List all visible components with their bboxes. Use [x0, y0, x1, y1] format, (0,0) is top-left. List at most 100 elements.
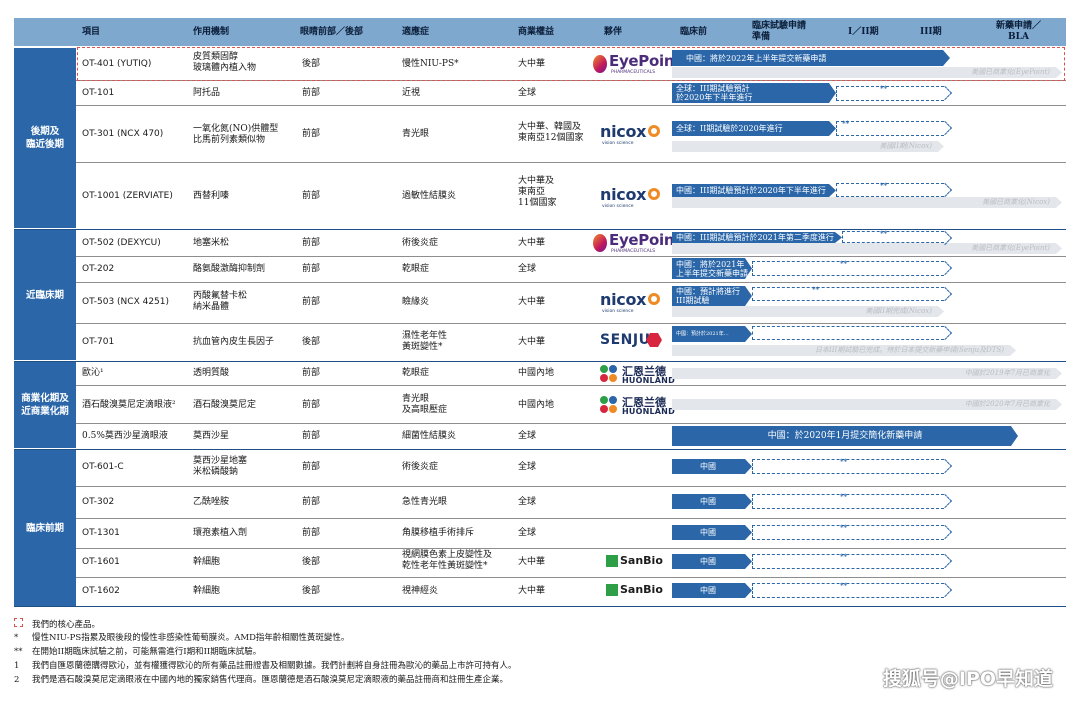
row-rights: 全球 — [518, 264, 537, 274]
progress-bar: 中國：將於2021年 上半年提交新藥申請 — [672, 258, 752, 279]
future-phase-bar — [752, 261, 944, 276]
row-indication: 慢性NIU-PS* — [402, 59, 459, 69]
overseas-status-bar: 美國已商業化(Nicox) — [672, 197, 1062, 208]
row-segment: 前部 — [302, 462, 321, 472]
progress-bar: 中國 — [672, 494, 752, 509]
row-indication: 視神經炎 — [402, 586, 439, 596]
eyepoint-mark-icon — [593, 55, 607, 73]
footnote-mark: ** — [840, 259, 848, 268]
row-rights: 大中華 — [518, 586, 546, 596]
row-code: OT-1601 — [82, 557, 120, 567]
row-mechanism: 丙酸氟替卡松 納米晶體 — [193, 291, 248, 312]
row-indication: 瞼緣炎 — [402, 297, 430, 307]
senju-logo: SENJU — [600, 330, 668, 354]
stage-divider — [14, 449, 1066, 450]
row-mechanism: 抗血管內皮生長因子 — [193, 337, 275, 347]
row-rights: 大中華 — [518, 557, 546, 567]
footnote-mark: ** — [840, 581, 848, 590]
overseas-status-bar: 美國II期(Nicox) — [672, 141, 944, 152]
future-phase-bar — [752, 459, 944, 474]
nicox-ring-icon — [648, 125, 660, 137]
overseas-status-bar: 美國已商業化(EyePoint) — [672, 243, 1062, 254]
row-mechanism: 地塞米松 — [193, 238, 230, 248]
progress-bar: 中國：於2020年1月提交簡化新藥申請 — [672, 426, 1018, 446]
row-segment: 後部 — [302, 557, 321, 567]
header-phase3: III期 — [920, 27, 942, 37]
overseas-status-bar: 美國II期完成(Nicox) — [672, 306, 944, 317]
core-marker-icon — [14, 618, 23, 627]
progress-bar: 中國：III期試驗預計於2021年第二季度進行 — [672, 232, 842, 243]
footnote-mark: ** — [880, 229, 888, 238]
row-segment: 後部 — [302, 337, 321, 347]
progress-bar: 中國：將於2022年上半年提交新藥申請 — [672, 50, 950, 66]
eyepoint-name: EyePoint — [609, 231, 682, 249]
row-segment: 前部 — [302, 264, 321, 274]
row-mechanism: 乙酰唑胺 — [193, 497, 230, 507]
progress-bar: 中國：預計於2021年… — [672, 326, 752, 342]
sanbio-logo: SanBio — [606, 554, 666, 572]
eyepoint-name: EyePoint — [609, 52, 682, 70]
row-code: OT-601-C — [82, 462, 124, 472]
footnote-mark: ** — [840, 457, 848, 466]
row-segment: 前部 — [302, 88, 321, 98]
row-rights: 全球 — [518, 528, 537, 538]
table-bottom — [14, 606, 1066, 607]
row-divider — [76, 423, 1066, 424]
header-preclinical: 臨床前 — [680, 27, 708, 37]
huonland-mark-icon — [600, 396, 620, 414]
header-partner: 夥伴 — [604, 27, 623, 37]
progress-bar: 全球：III期試驗預計 於2020年下半年進行 — [672, 83, 836, 103]
header-phase12: I／II期 — [848, 27, 879, 37]
row-rights: 中國內地 — [518, 368, 555, 378]
row-rights: 大中華 — [518, 297, 546, 307]
progress-bar: 中國：III期試驗預計於2020年下半年進行 — [672, 184, 836, 197]
footnote-double-star: ** 在開始II期臨床試驗之前，可能無需進行I期和II期臨床試驗。 — [14, 647, 261, 658]
row-rights: 全球 — [518, 431, 537, 441]
row-indication: 視網膜色素上皮變性及 乾性老年性黃斑變性* — [402, 550, 493, 571]
row-code: OT-401 (YUTIQ) — [82, 59, 152, 69]
sanbio-mark-icon — [606, 584, 618, 596]
footnote-star: * 慢性NIU-PS指累及眼後段的慢性非感染性葡萄膜炎。AMD指年齡相關性黃斑變性… — [14, 633, 349, 644]
row-code: 酒石酸溴莫尼定滴眼液² — [82, 400, 176, 410]
row-indication: 術後炎症 — [402, 462, 439, 472]
nicox-name: nicox — [600, 122, 647, 141]
row-divider — [76, 162, 1066, 163]
row-divider — [76, 256, 1066, 257]
header-mechanism: 作用機制 — [193, 27, 230, 37]
huonland-en: HUONLAND — [622, 376, 675, 385]
footnote-mark: ** — [842, 119, 850, 128]
eyepoint-sub: PHARMACEUTICALS — [611, 249, 656, 254]
nicox-name: nicox — [600, 185, 647, 204]
row-rights: 全球 — [518, 497, 537, 507]
row-indication: 乾眼症 — [402, 264, 430, 274]
row-divider — [76, 105, 1066, 106]
row-indication: 青光眼 — [402, 129, 430, 139]
footnote-text: 慢性NIU-PS指累及眼後段的慢性非感染性葡萄膜炎。AMD指年齡相關性黃斑變性。 — [32, 633, 350, 643]
nicox-ring-icon — [648, 293, 660, 305]
row-code: 歐沁¹ — [82, 368, 104, 378]
future-phase-bar — [842, 231, 944, 243]
row-code: OT-301 (NCX 470) — [82, 129, 164, 139]
nicox-sub: vision science — [602, 309, 634, 314]
row-rights: 大中華 — [518, 337, 546, 347]
row-code: OT-701 — [82, 337, 115, 347]
row-indication: 過敏性結膜炎 — [402, 191, 457, 201]
row-segment: 前部 — [302, 400, 321, 410]
future-phase-bar — [752, 494, 944, 509]
progress-bar: 中國 — [672, 583, 752, 598]
footnote-symbol: * — [14, 633, 19, 643]
header-nda: 新藥申請／ BLA — [996, 21, 1042, 42]
eyepoint-sub: PHARMACEUTICALS — [611, 70, 656, 75]
row-code: OT-503 (NCX 4251) — [82, 297, 170, 307]
row-mechanism: 莫西沙星地塞 米松磷酸鈉 — [193, 456, 248, 477]
row-divider — [76, 577, 1066, 578]
huonland-logo: 汇恩兰德 HUONLAND — [600, 364, 675, 386]
header-rights: 商業權益 — [518, 27, 555, 37]
footnote-mark: ** — [840, 552, 848, 561]
row-mechanism: 酪氨酸激酶抑制劑 — [193, 264, 266, 274]
row-code: OT-101 — [82, 88, 115, 98]
row-indication: 術後炎症 — [402, 238, 439, 248]
sanbio-logo: SanBio — [606, 583, 666, 601]
footnote-symbol: ** — [14, 647, 23, 657]
row-code: OT-1602 — [82, 586, 120, 596]
